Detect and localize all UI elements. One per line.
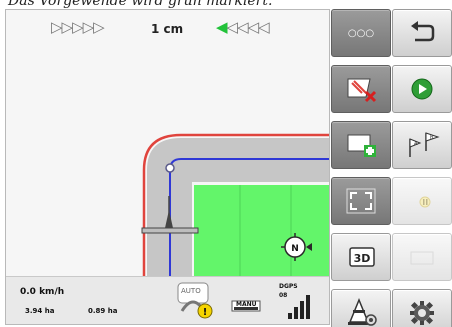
field-add-icon — [347, 134, 376, 157]
gnss-status[interactable]: DGPS 08 — [278, 283, 312, 321]
fullscreen-icon — [346, 188, 376, 214]
implement-settings-button[interactable] — [331, 289, 391, 327]
caption: Das Vorgewende wird grün markiert. — [8, 0, 273, 9]
back-button[interactable] — [392, 9, 452, 57]
back-arrow-icon — [411, 21, 435, 42]
area-total: 3.94 ha — [25, 307, 55, 315]
area-worked: 0.89 ha — [88, 307, 118, 315]
disabled-button-2[interactable] — [392, 233, 452, 281]
page: Das Vorgewende wird grün markiert. N ▷▷▷… — [0, 0, 452, 327]
lightbar-left-arrows: ▷▷▷▷▷ — [51, 18, 105, 36]
field-delete-icon — [347, 78, 377, 103]
svg-text:!: ! — [203, 307, 208, 318]
lightbar-right-arrows-text: ◁◁◁◁ — [226, 18, 270, 36]
play-button[interactable] — [392, 65, 452, 113]
auto-steering-status[interactable]: ! AUTO — [176, 281, 216, 321]
compass-label: N — [291, 244, 299, 254]
ellipsis-icon: ○○○ — [347, 27, 375, 39]
pause-icon — [419, 196, 431, 208]
lightbar-active-arrow: ◀ — [216, 18, 228, 36]
gray-icon — [410, 251, 434, 265]
svg-text:B: B — [430, 135, 434, 141]
settings-button[interactable] — [392, 289, 452, 327]
map-view[interactable]: N ▷▷▷▷▷ 1 cm ◀◁◁◁◁ 0.0 km/h 3.94 ha 0.89… — [5, 9, 330, 325]
3d-label: 3D — [354, 252, 371, 265]
delete-headland-button[interactable] — [331, 65, 391, 113]
play-icon — [411, 78, 433, 100]
3d-icon: 3D — [349, 247, 375, 267]
more-button[interactable]: ○○○ — [331, 9, 391, 57]
svg-text:A: A — [414, 141, 418, 147]
gear-icon — [410, 301, 434, 325]
manu-label: MANU — [236, 301, 257, 308]
guidance-point — [165, 163, 175, 173]
manual-mode-status[interactable]: MANU — [230, 289, 264, 319]
lightbar: ▷▷▷▷▷ 1 cm ◀◁◁◁◁ — [6, 10, 329, 50]
headland-green-area — [194, 185, 329, 279]
gnss-type: DGPS — [279, 283, 298, 290]
cone-settings-icon — [348, 298, 377, 326]
view-3d-button[interactable]: 3D — [331, 233, 391, 281]
add-field-button[interactable] — [331, 121, 391, 169]
status-bar: 0.0 km/h 3.94 ha 0.89 ha ! AUTO MANU DGP… — [6, 276, 329, 324]
disabled-button-1[interactable] — [392, 177, 452, 225]
gnss-satellites: 08 — [279, 292, 288, 299]
lightbar-offset: 1 cm — [151, 22, 184, 36]
auto-label: AUTO — [181, 287, 201, 295]
ab-flags-icon: A B — [409, 132, 440, 157]
lightbar-right-arrows: ◀◁◁◁◁ — [216, 18, 270, 36]
speed-readout: 0.0 km/h — [20, 287, 65, 297]
fullscreen-button[interactable] — [331, 177, 391, 225]
ab-line-button[interactable]: A B — [392, 121, 452, 169]
